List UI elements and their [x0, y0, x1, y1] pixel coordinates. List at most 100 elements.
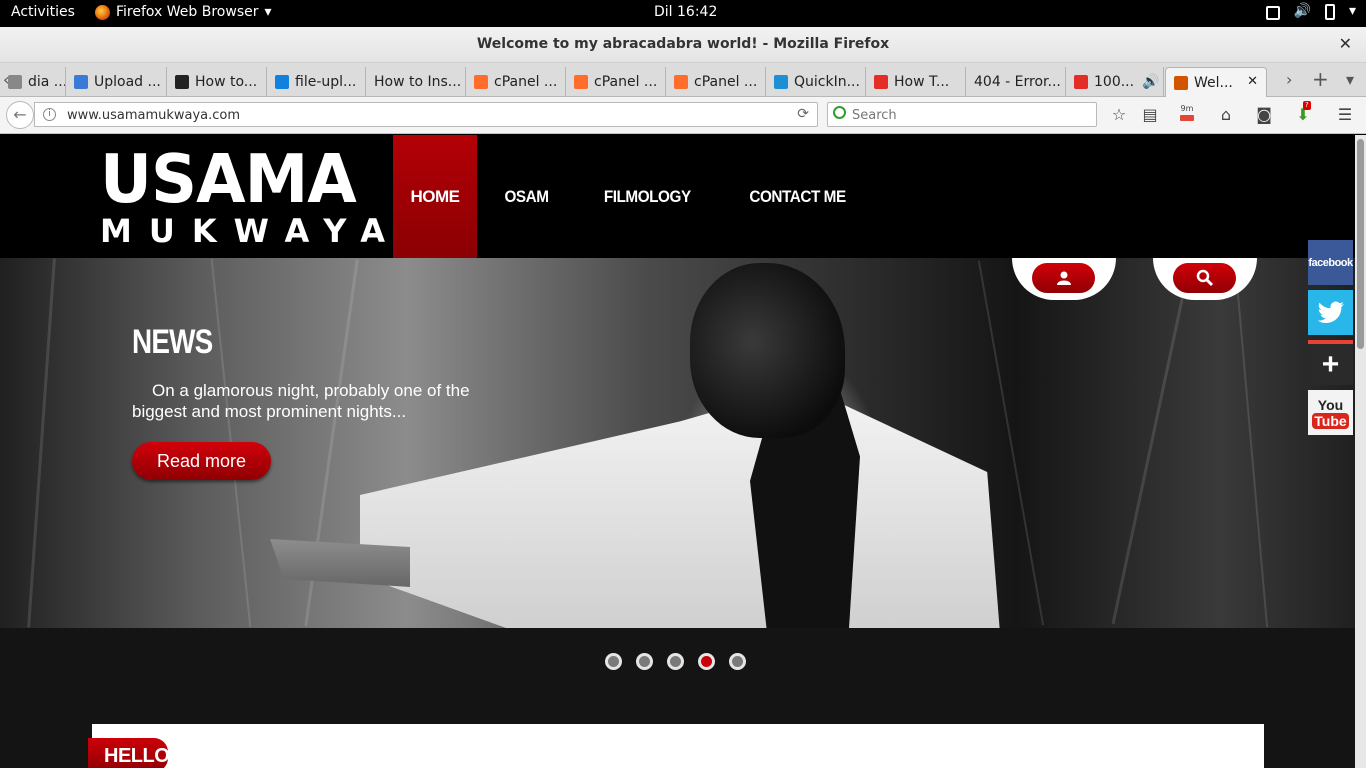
- tab-label: dia ...: [28, 74, 66, 90]
- all-tabs-button[interactable]: ▾: [1346, 70, 1354, 89]
- system-status-area[interactable]: 🔊 ▾: [1265, 3, 1356, 20]
- slider-dot[interactable]: [636, 653, 653, 670]
- menu-icon[interactable]: ☰: [1334, 104, 1356, 126]
- browser-tab[interactable]: How to Ins...: [366, 67, 466, 97]
- cpanel-icon: [674, 75, 688, 89]
- window-title: Welcome to my abracadabra world! - Mozil…: [476, 36, 890, 52]
- tab-label: Upload ...: [94, 74, 161, 90]
- plus-icon: +: [1321, 347, 1340, 381]
- browser-tab[interactable]: cPanel ...: [466, 67, 566, 97]
- slider-dot[interactable]: [667, 653, 684, 670]
- content-box: [92, 724, 1264, 768]
- tab-label: How to...: [195, 74, 258, 90]
- login-button[interactable]: [1032, 263, 1095, 293]
- clock[interactable]: Dil 16:42: [654, 4, 717, 20]
- browser-tab[interactable]: 404 - Error...: [966, 67, 1066, 97]
- browser-tab[interactable]: How T...: [866, 67, 966, 97]
- tab-label: How to Ins...: [374, 74, 462, 90]
- reading-list-icon[interactable]: ▤: [1139, 104, 1161, 126]
- cpanel-icon: [474, 75, 488, 89]
- url-bar[interactable]: i ⟳: [34, 102, 818, 127]
- tab-scroll-right-button[interactable]: ›: [1286, 70, 1292, 89]
- page-scrollbar[interactable]: [1355, 135, 1366, 768]
- power-menu-icon: ▾: [1348, 3, 1356, 19]
- download-icon[interactable]: ⬇?: [1292, 101, 1314, 126]
- search-bar[interactable]: [827, 102, 1097, 127]
- gear-icon: [774, 75, 788, 89]
- magnifier-icon: [1196, 269, 1213, 287]
- timer-extension-icon[interactable]: 9m: [1176, 104, 1198, 126]
- new-tab-button[interactable]: +: [1312, 67, 1329, 91]
- hello-ribbon: HELLO!: [88, 738, 176, 768]
- browser-tab[interactable]: dia ...: [0, 67, 66, 97]
- main-navigation: HOME OSAM FILMOLOGY CONTACT ME: [393, 135, 874, 258]
- back-button[interactable]: ←: [6, 101, 34, 129]
- url-input[interactable]: [67, 106, 667, 124]
- facebook-button[interactable]: facebook: [1308, 240, 1353, 285]
- youtube-button[interactable]: You Tube: [1308, 390, 1353, 435]
- bookmark-star-icon[interactable]: ☆: [1108, 104, 1130, 126]
- facebook-label: facebook: [1308, 256, 1353, 269]
- home-icon[interactable]: ⌂: [1215, 104, 1237, 126]
- cpanel-icon: [574, 75, 588, 89]
- browser-tab[interactable]: Upload ...: [66, 67, 167, 97]
- read-more-button[interactable]: Read more: [132, 442, 271, 480]
- youtube-icon: [874, 75, 888, 89]
- tab-label: cPanel ...: [494, 74, 558, 90]
- twitter-button[interactable]: [1308, 290, 1353, 335]
- youtube-label-top: You: [1317, 396, 1344, 413]
- hero-title: NEWS: [132, 323, 213, 361]
- hero-photo-coat: [360, 403, 1000, 628]
- nav-contact-me[interactable]: CONTACT ME: [728, 135, 866, 258]
- browser-tab[interactable]: How to...: [167, 67, 267, 97]
- tab-label: QuickIn...: [794, 74, 860, 90]
- app-menu[interactable]: Firefox Web Browser ▾: [95, 4, 272, 20]
- browser-tab[interactable]: cPanel ...: [666, 67, 766, 97]
- nav-home[interactable]: HOME: [393, 135, 477, 258]
- timer-badge: 9m: [1180, 104, 1194, 113]
- slider-dot[interactable]: [605, 653, 622, 670]
- back-arrow-icon: ←: [13, 105, 27, 124]
- info-icon[interactable]: i: [43, 108, 56, 121]
- browser-tab[interactable]: QuickIn...: [766, 67, 866, 97]
- browser-tab[interactable]: 100... 🔊: [1066, 67, 1164, 97]
- clock-label: Dil 16:42: [654, 4, 718, 20]
- search-icon: [833, 106, 846, 119]
- scrollbar-thumb[interactable]: [1357, 139, 1364, 349]
- tab-audio-icon[interactable]: 🔊: [1142, 74, 1159, 90]
- tab-label: 100...: [1094, 74, 1135, 90]
- chevron-down-icon: ▾: [264, 4, 272, 20]
- nav-filmology[interactable]: FILMOLOGY: [583, 135, 711, 258]
- window-close-button[interactable]: ✕: [1339, 34, 1352, 53]
- navigation-toolbar: i ⟳ ← ☆ ▤ 9m ⌂ ◙ ⬇? ☰: [0, 97, 1366, 134]
- tab-strip: ‹ dia ... Upload ... How to... file-upl... H…: [0, 63, 1366, 97]
- google-plus-button[interactable]: +: [1308, 340, 1353, 385]
- youtube-label-bottom: Tube: [1312, 412, 1349, 429]
- site-logo[interactable]: USAMA MUKWAYA: [100, 146, 385, 249]
- site-search-button[interactable]: [1173, 263, 1236, 293]
- slider-dot[interactable]: [729, 653, 746, 670]
- battery-icon: [1324, 4, 1335, 20]
- window-titlebar: Welcome to my abracadabra world! - Mozil…: [0, 27, 1366, 63]
- browser-tab[interactable]: Wel... ✕: [1165, 67, 1267, 97]
- pocket-icon[interactable]: ◙: [1253, 104, 1275, 126]
- tab-close-button[interactable]: ✕: [1247, 74, 1258, 89]
- nav-osam[interactable]: OSAM: [484, 135, 570, 258]
- reload-icon[interactable]: ⟳: [797, 106, 809, 122]
- browser-tab[interactable]: cPanel ...: [566, 67, 666, 97]
- tab-label: Wel...: [1194, 74, 1233, 91]
- dropbox-icon: [275, 75, 289, 89]
- slider-dot[interactable]: [698, 653, 715, 670]
- search-input[interactable]: [852, 106, 1092, 124]
- browser-tab[interactable]: file-upl...: [267, 67, 366, 97]
- hero-text: On a glamorous night, probably one of th…: [132, 381, 470, 421]
- slider-pagination: [605, 653, 746, 670]
- tab-label: How T...: [894, 74, 950, 90]
- volume-icon: 🔊: [1293, 3, 1311, 19]
- generic-icon: [8, 75, 22, 89]
- web-page: USAMA MUKWAYA HOME OSAM FILMOLOGY CONTAC…: [0, 135, 1355, 768]
- hero-photo-head: [690, 263, 845, 438]
- download-badge: ?: [1303, 101, 1311, 110]
- activities-button[interactable]: Activities: [11, 4, 75, 20]
- firefox-icon: [95, 4, 110, 20]
